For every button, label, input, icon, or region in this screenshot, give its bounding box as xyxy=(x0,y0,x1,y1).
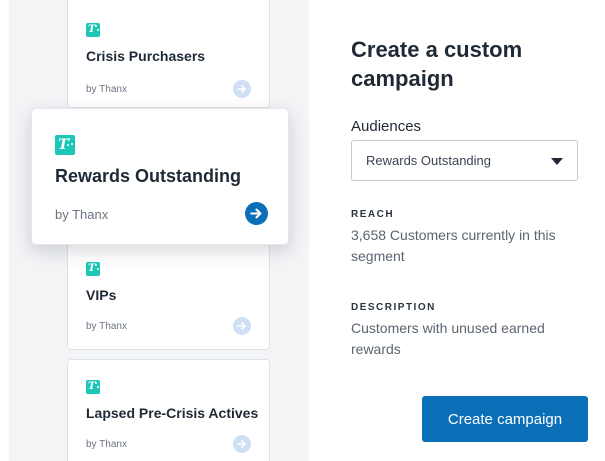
arrow-right-circle-icon[interactable] xyxy=(233,435,251,453)
audiences-select[interactable]: Rewards Outstanding xyxy=(351,140,578,181)
thanx-logo-icon: T xyxy=(86,262,100,276)
caret-down-icon xyxy=(551,158,563,165)
description-label: DESCRIPTION xyxy=(351,302,436,313)
campaign-card-list: T Crisis Purchasers by Thanx T VIPs by T… xyxy=(9,0,309,461)
campaign-card-title: Lapsed Pre-Crisis Actives xyxy=(86,405,259,421)
screen: T Crisis Purchasers by Thanx T VIPs by T… xyxy=(0,0,605,461)
campaign-card-vips[interactable]: T VIPs by Thanx xyxy=(67,238,270,350)
arrow-right-circle-icon[interactable] xyxy=(245,202,268,225)
campaign-card-crisis-purchasers[interactable]: T Crisis Purchasers by Thanx xyxy=(67,0,270,108)
page-title: Create a custom campaign xyxy=(351,37,523,91)
campaign-card-title: VIPs xyxy=(86,287,117,303)
audiences-select-value: Rewards Outstanding xyxy=(366,153,492,168)
thanx-logo-icon: T xyxy=(86,23,100,37)
campaign-card-byline: by Thanx xyxy=(86,321,127,332)
campaign-card-title: Crisis Purchasers xyxy=(86,48,206,64)
arrow-right-circle-icon[interactable] xyxy=(233,317,251,335)
description-text: Customers with unused earned rewards xyxy=(351,320,545,357)
campaign-card-byline: by Thanx xyxy=(55,207,109,222)
campaign-card-byline: by Thanx xyxy=(86,439,127,450)
arrow-right-circle-icon[interactable] xyxy=(233,80,251,98)
campaign-card-byline: by Thanx xyxy=(86,84,127,95)
campaign-card-lapsed-pre-crisis-actives[interactable]: T Lapsed Pre-Crisis Actives by Thanx xyxy=(67,359,270,461)
campaign-detail-panel: Create a custom campaign Audiences Rewar… xyxy=(351,0,601,461)
reach-label: REACH xyxy=(351,209,395,220)
create-campaign-button[interactable]: Create campaign xyxy=(422,396,588,442)
thanx-logo-icon: T xyxy=(86,380,100,394)
campaign-card-title: Rewards Outstanding xyxy=(55,166,242,186)
reach-text: 3,658 Customers currently in this segmen… xyxy=(351,227,556,264)
campaign-card-rewards-outstanding[interactable]: T Rewards Outstanding by Thanx xyxy=(31,108,289,245)
thanx-logo-icon: T xyxy=(55,135,75,155)
audiences-label: Audiences xyxy=(351,118,422,135)
